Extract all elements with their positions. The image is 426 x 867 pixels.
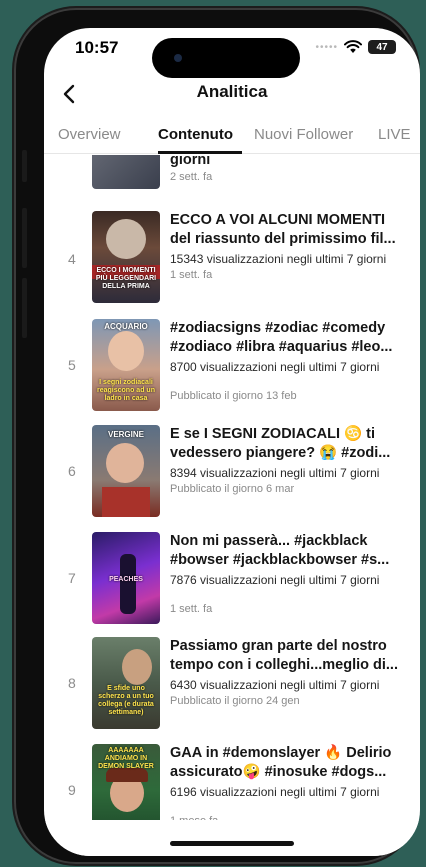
item-title-line-2: assicurato🤪 #inosuke #dogs... (170, 764, 387, 780)
active-tab-indicator (158, 151, 242, 154)
list-item[interactable]: 5 ACQUARIO I segni zodiacali reagiscono … (44, 319, 420, 419)
silent-switch (22, 150, 27, 182)
item-title-line-1: Non mi passerà... #jackblack (170, 533, 368, 549)
item-date: Pubblicato il giorno 24 gen (170, 695, 300, 707)
thumbnail-label: ACQUARIO (104, 322, 148, 331)
volume-down-button (22, 278, 27, 338)
item-views: 8394 visualizzazioni negli ultimi 7 gior… (170, 466, 380, 480)
item-rank: 5 (68, 357, 76, 373)
page-title: Analitica (196, 82, 268, 101)
video-thumbnail[interactable]: ACQUARIO I segni zodiacali reagiscono ad… (92, 319, 160, 411)
list-item[interactable]: 8 E sfide uno scherzo a un tuo collega (… (44, 637, 420, 737)
item-views: 8700 visualizzazioni negli ultimi 7 gior… (170, 360, 380, 374)
tab-live[interactable]: LIVE (378, 126, 411, 143)
item-views: 7876 visualizzazioni negli ultimi 7 gior… (170, 573, 380, 587)
item-date: 1 sett. fa (170, 603, 213, 615)
phone-frame: 10:57 ••••• 47 Analitica Overview Conten… (14, 8, 420, 864)
item-title-line-1: Passiamo gran parte del nostro (170, 638, 387, 654)
camera-icon (174, 54, 182, 62)
dynamic-island (152, 38, 300, 78)
battery-icon: 47 (368, 40, 396, 54)
thumbnail-caption: ECCO I MOMENTI PIÙ LEGGENDARI DELLA PRIM… (95, 267, 157, 290)
item-rank: 4 (68, 251, 76, 267)
item-views: 15343 visualizzazioni negli ultimi 7 gio… (170, 252, 387, 266)
video-thumbnail[interactable]: E sfide uno scherzo a un tuo collega (e … (92, 637, 160, 729)
item-title-line-2: vedessero piangere? 😭 #zodi... (170, 445, 391, 461)
volume-up-button (22, 208, 27, 268)
item-date: 1 sett. fa (170, 269, 213, 281)
video-thumbnail[interactable]: VERGINE (92, 425, 160, 517)
home-indicator[interactable] (170, 841, 294, 846)
item-date: 2 sett. fa (170, 171, 213, 183)
home-area (44, 820, 420, 856)
video-thumbnail[interactable]: PEACHES (92, 532, 160, 624)
nav-bar: Analitica (44, 76, 420, 114)
item-date: Pubblicato il giorno 13 feb (170, 390, 297, 402)
signal-dots-icon: ••••• (315, 41, 338, 53)
status-time: 10:57 (75, 38, 119, 57)
thumbnail-caption: E sfide uno scherzo a un tuo collega (e … (98, 685, 154, 716)
tab-nuovi-follower[interactable]: Nuovi Follower (254, 126, 353, 143)
item-title: giorni (170, 155, 211, 168)
thumbnail-caption: PEACHES (109, 576, 143, 583)
item-rank: 7 (68, 570, 76, 586)
video-thumbnail[interactable] (92, 155, 160, 189)
item-title-line-1: ECCO A VOI ALCUNI MOMENTI (170, 212, 386, 228)
list-item[interactable]: 4 ECCO I MOMENTI PIÙ LEGGENDARI DELLA PR… (44, 211, 420, 311)
thumbnail-caption: I segni zodiacali reagiscono ad un ladro… (97, 379, 155, 402)
tab-contenuto[interactable]: Contenuto (158, 126, 233, 143)
tab-overview[interactable]: Overview (58, 126, 121, 143)
content-list[interactable]: giorni 2 sett. fa 4 ECCO I MOMENTI PIÙ L… (44, 155, 420, 856)
thumbnail-label: VERGINE (107, 430, 144, 439)
item-title-line-1: GAA in #demonslayer 🔥 Delirio (170, 745, 392, 761)
item-title-line-2: #bowser #jackblackbowser #s... (170, 552, 390, 568)
item-rank: 6 (68, 463, 76, 479)
item-date: Pubblicato il giorno 6 mar (170, 483, 295, 495)
list-item[interactable]: 6 VERGINE E se I SEGNI ZODIACALI ♋ ti ve… (44, 425, 420, 525)
list-item[interactable]: 7 PEACHES Non mi passerà... #jackblack #… (44, 532, 420, 632)
item-title-line-2: del riassunto del primissimo fil... (170, 231, 396, 247)
item-title-line-1: #zodiacsigns #zodiac #comedy (170, 320, 386, 336)
wifi-icon (344, 40, 362, 53)
tab-bar: Overview Contenuto Nuovi Follower LIVE (44, 120, 420, 154)
item-title-line-2: tempo con i colleghi...meglio di... (170, 657, 398, 673)
thumbnail-caption: AAAAAAA ANDIAMO IN DEMON SLAYER (98, 747, 154, 770)
item-rank: 9 (68, 782, 76, 798)
item-views: 6430 visualizzazioni negli ultimi 7 gior… (170, 678, 380, 692)
screen: 10:57 ••••• 47 Analitica Overview Conten… (44, 28, 420, 856)
item-title-line-1: E se I SEGNI ZODIACALI ♋ ti (170, 426, 375, 442)
item-views: 6196 visualizzazioni negli ultimi 7 gior… (170, 785, 380, 799)
item-title-line-2: #zodiaco #libra #aquarius #leo... (170, 339, 393, 355)
list-item[interactable]: giorni 2 sett. fa (44, 155, 420, 195)
item-rank: 8 (68, 675, 76, 691)
video-thumbnail[interactable]: ECCO I MOMENTI PIÙ LEGGENDARI DELLA PRIM… (92, 211, 160, 303)
